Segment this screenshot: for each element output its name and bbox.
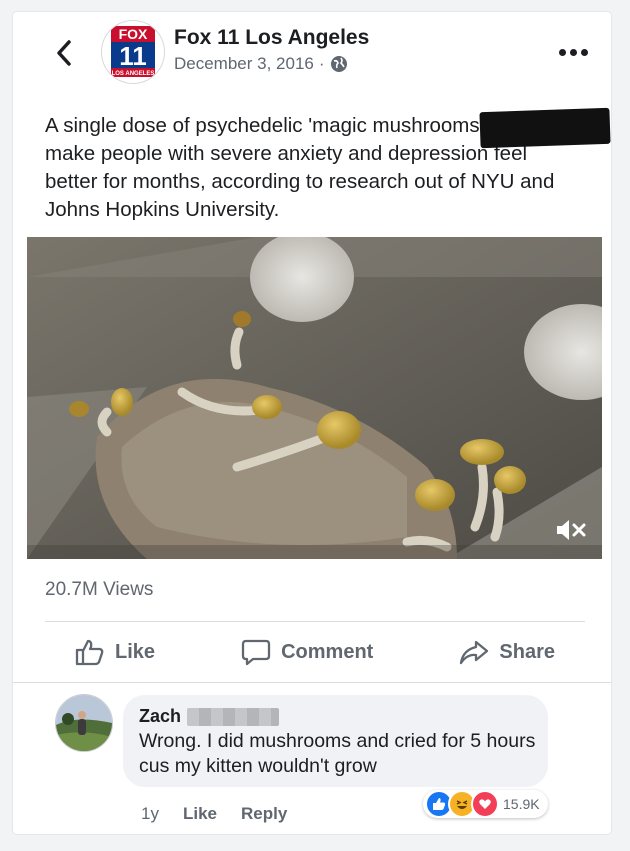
comment-age[interactable]: 1y	[141, 804, 159, 824]
thumbs-up-icon	[75, 639, 104, 666]
svg-text:FOX: FOX	[119, 26, 148, 42]
mute-button[interactable]	[554, 517, 588, 543]
comment-like-link[interactable]: Like	[183, 804, 217, 824]
video-player[interactable]	[27, 237, 602, 559]
redacted-surname	[187, 707, 280, 726]
post-meta: December 3, 2016 ·	[174, 54, 348, 74]
post-date[interactable]: December 3, 2016	[174, 54, 314, 74]
back-arrow-icon	[57, 40, 71, 66]
comment-item: Zach Wrong. I did mushrooms and cried fo…	[13, 684, 611, 834]
comment-author[interactable]: Zach	[139, 706, 181, 727]
divider	[45, 621, 585, 622]
share-arrow-icon	[460, 640, 489, 665]
share-button[interactable]: Share	[429, 639, 585, 665]
love-reaction-icon	[471, 790, 499, 818]
comment-reactions[interactable]: 15.9K	[423, 790, 548, 818]
back-button[interactable]	[49, 38, 79, 68]
svg-text:11: 11	[119, 41, 147, 71]
share-button-label: Share	[499, 640, 555, 663]
comment-reply-link[interactable]: Reply	[241, 804, 287, 824]
comment-button-label: Comment	[281, 640, 374, 663]
comment-meta: 1y Like Reply	[141, 804, 287, 824]
comment-bubble: Zach Wrong. I did mushrooms and cried fo…	[123, 695, 548, 787]
like-button[interactable]: Like	[45, 638, 185, 666]
page-name-link[interactable]: Fox 11 Los Angeles	[174, 26, 369, 50]
view-count: 20.7M Views	[45, 579, 154, 600]
action-bar: Like Comment Share	[45, 626, 585, 678]
svg-text:LOS ANGELES: LOS ANGELES	[112, 71, 155, 77]
redaction-mark	[479, 107, 611, 149]
like-button-label: Like	[115, 640, 156, 663]
comment-button[interactable]: Comment	[211, 638, 403, 666]
more-options-icon	[558, 48, 566, 56]
meta-separator: ·	[318, 54, 325, 73]
fox11-logo-icon: FOX 11 LOS ANGELES	[111, 26, 155, 77]
avatar[interactable]	[55, 694, 113, 752]
more-options-button[interactable]	[553, 42, 593, 62]
commenter-photo	[56, 695, 112, 751]
video-frame	[27, 237, 602, 559]
globe-icon	[330, 56, 347, 72]
comment-author-row: Zach	[139, 706, 280, 727]
mute-icon	[557, 520, 586, 540]
reaction-count: 15.9K	[503, 796, 540, 812]
divider	[13, 682, 611, 683]
page-logo[interactable]: FOX 11 LOS ANGELES	[101, 20, 165, 84]
comment-text: Wrong. I did mushrooms and cried for 5 h…	[139, 730, 536, 777]
comment-bubble-icon	[241, 639, 271, 666]
